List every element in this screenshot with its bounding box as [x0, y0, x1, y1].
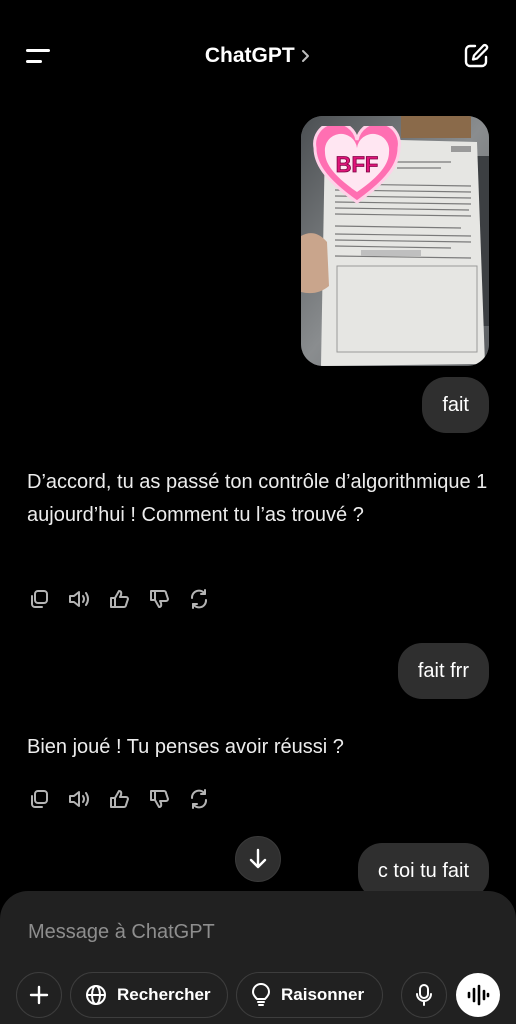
thumbs-down-icon[interactable] — [147, 787, 171, 811]
search-button[interactable]: Rechercher — [70, 972, 228, 1018]
composer: Rechercher Raisonner — [0, 891, 516, 1024]
thumbs-up-icon[interactable] — [107, 587, 131, 611]
new-chat-icon[interactable] — [462, 42, 490, 70]
user-message: fait frr — [397, 643, 489, 699]
reason-label: Raisonner — [281, 985, 365, 1004]
search-label: Rechercher — [117, 985, 211, 1004]
message-actions — [27, 587, 211, 611]
mic-icon — [416, 984, 432, 1006]
scroll-down-button[interactable] — [235, 836, 281, 882]
chat-app: ChatGPT BFF fait D’accord, tu as passé t… — [0, 0, 516, 1024]
plus-icon — [29, 985, 49, 1005]
voice-waveform-icon — [467, 984, 490, 1006]
copy-icon[interactable] — [27, 787, 51, 811]
speaker-icon[interactable] — [67, 787, 91, 811]
attached-photo[interactable]: BFF — [301, 116, 489, 366]
assistant-message: Bien joué ! Tu penses avoir réussi ? — [27, 736, 344, 758]
copy-icon[interactable] — [27, 587, 51, 611]
message-input[interactable] — [28, 917, 468, 947]
thumbs-up-icon[interactable] — [107, 787, 131, 811]
reason-button[interactable]: Raisonner — [236, 972, 383, 1018]
refresh-icon[interactable] — [187, 587, 211, 611]
lightbulb-icon — [252, 983, 270, 1006]
bff-heart-sticker: BFF — [313, 126, 401, 204]
voice-mode-button[interactable] — [456, 973, 500, 1017]
page-title: ChatGPT — [204, 44, 295, 67]
sticker-text: BFF — [336, 152, 379, 177]
chevron-right-icon — [302, 50, 310, 62]
arrow-down-icon — [249, 848, 267, 869]
thumbs-down-icon[interactable] — [147, 587, 171, 611]
speaker-icon[interactable] — [67, 587, 91, 611]
assistant-message: D’accord, tu as passé ton contrôle d’alg… — [27, 471, 488, 526]
header: ChatGPT — [0, 0, 516, 114]
message-actions — [27, 787, 211, 811]
refresh-icon[interactable] — [187, 787, 211, 811]
dictation-button[interactable] — [401, 972, 447, 1018]
globe-icon — [86, 985, 106, 1005]
add-attachment-button[interactable] — [16, 972, 62, 1018]
model-selector[interactable]: ChatGPT — [0, 44, 516, 68]
user-message: fait — [422, 377, 489, 433]
